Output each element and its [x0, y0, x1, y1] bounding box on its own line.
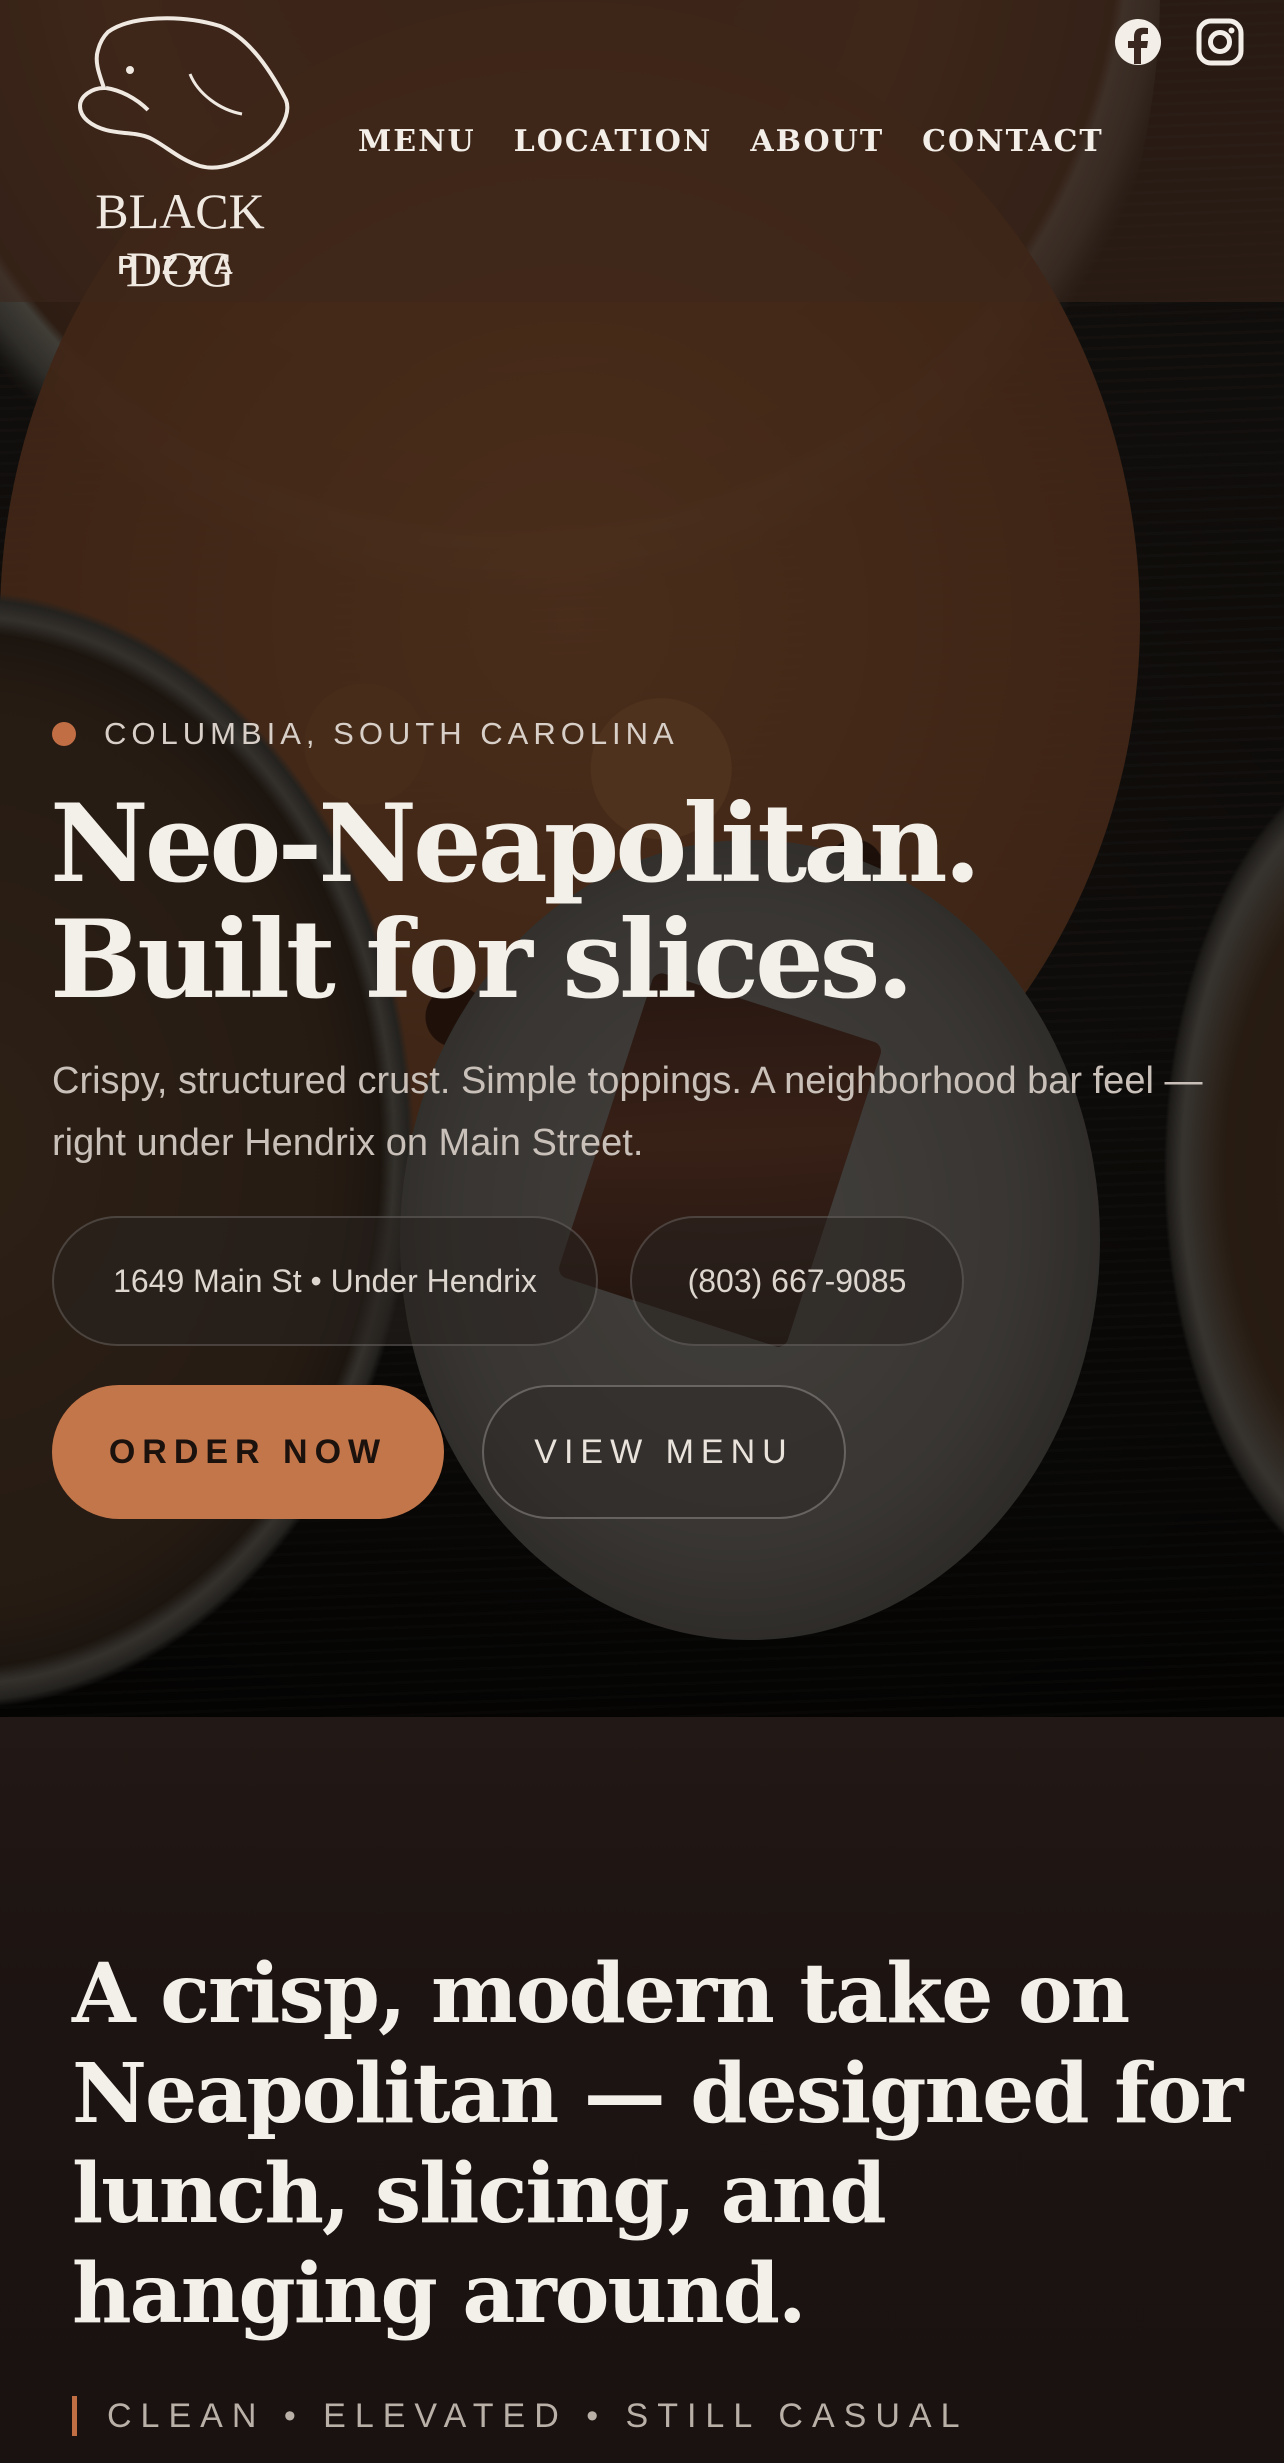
nav-about[interactable]: ABOUT — [750, 124, 884, 159]
intro-title: A crisp, modern take on Neapolitan — des… — [72, 1946, 1243, 2342]
hero-headline: Neo-Neapolitan. Built for slices. — [50, 786, 1150, 1018]
instagram-icon[interactable] — [1196, 18, 1244, 66]
tagline-accent-bar — [72, 2396, 77, 2436]
location-dot — [52, 722, 76, 746]
logo[interactable]: BLACK DOG PIZZA — [42, 14, 318, 297]
hero-subtext: Crispy, structured crust. Simple topping… — [52, 1060, 1203, 1164]
tagline: CLEAN • ELEVATED • STILL CASUAL — [72, 2396, 968, 2436]
headline-line-2: Built for slices. — [50, 897, 914, 1023]
tagline-text: CLEAN • ELEVATED • STILL CASUAL — [107, 2396, 969, 2435]
location-text: COLUMBIA, SOUTH CAROLINA — [104, 716, 679, 751]
view-menu-button[interactable]: VIEW MENU — [482, 1385, 846, 1519]
address-pill[interactable]: 1649 Main St • Under Hendrix — [52, 1216, 598, 1346]
dog-head-icon — [77, 16, 290, 170]
nav-location[interactable]: LOCATION — [514, 124, 713, 159]
nav-contact[interactable]: CONTACT — [922, 124, 1104, 159]
headline-line-1: Neo-Neapolitan. — [50, 781, 981, 907]
site-header: BLACK DOG PIZZA MENU LOCATION ABOUT CONT… — [0, 0, 1284, 302]
nav-menu[interactable]: MENU — [358, 124, 476, 159]
main-nav: MENU LOCATION ABOUT CONTACT — [358, 124, 1104, 159]
brand-sub: PIZZA — [117, 250, 243, 280]
location-label: COLUMBIA, SOUTH CAROLINA — [52, 716, 679, 752]
facebook-icon[interactable] — [1114, 18, 1162, 66]
order-now-button[interactable]: ORDER NOW — [52, 1385, 444, 1519]
phone-pill[interactable]: (803) 667-9085 — [630, 1216, 964, 1346]
